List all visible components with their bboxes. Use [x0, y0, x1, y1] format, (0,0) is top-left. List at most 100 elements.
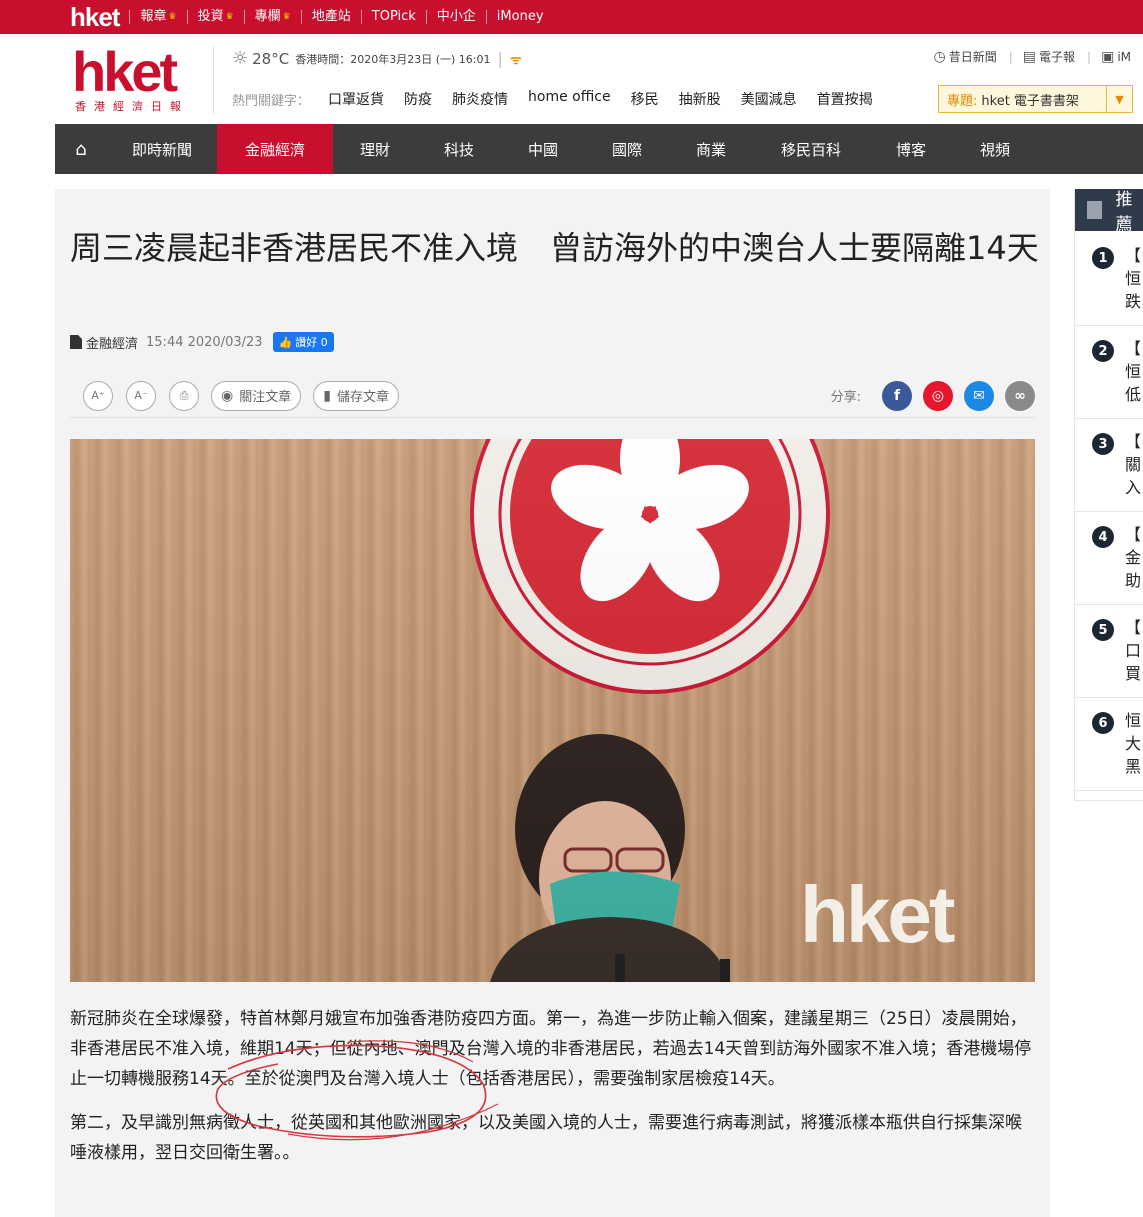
- nav-item-6[interactable]: 商業: [669, 124, 753, 174]
- rank-badge: 2: [1092, 340, 1114, 362]
- toplink-3[interactable]: 地產站: [300, 10, 361, 24]
- hot-keyword[interactable]: 口罩返貨: [328, 89, 384, 109]
- hot-keyword[interactable]: 抽新股: [679, 89, 721, 109]
- recommend-item[interactable]: 4 【 金 助: [1075, 510, 1143, 605]
- article-body: 新冠肺炎在全球爆發，特首林鄭月娥宣布加強香港防疫四方面。第一，為進一步防止輸入個…: [70, 1004, 1035, 1182]
- thumbs-up-icon: 👍: [278, 335, 293, 349]
- recommend-item[interactable]: 1 【 恒 跌: [1075, 231, 1143, 326]
- article-photo: hket: [70, 439, 1035, 982]
- clock-icon: ◷: [933, 48, 946, 65]
- nav-item-4[interactable]: 中國: [501, 124, 585, 174]
- document-icon: [70, 335, 82, 349]
- chevron-down-icon[interactable]: ▼: [1106, 86, 1132, 112]
- divider: |: [1087, 49, 1092, 64]
- article-title: 周三凌晨起非香港居民不准入境 曾訪海外的中澳台人士要隔離14天: [70, 229, 1039, 267]
- hket-mini-logo[interactable]: hket: [70, 2, 120, 33]
- article-paragraph-2: 第二，及早識別無病徵人士，從英國和其他歐洲國家，以及美國入境的人士，需要進行病毒…: [70, 1113, 1022, 1163]
- save-article-button[interactable]: ▮ 儲存文章: [313, 380, 399, 411]
- print-icon[interactable]: ⎙: [169, 380, 199, 411]
- nav-item-1[interactable]: 金融經濟: [217, 124, 333, 174]
- toplink-label: 報章: [140, 9, 167, 24]
- temperature: 28°C: [252, 49, 290, 68]
- toplink-0[interactable]: 報章 ♛: [129, 10, 186, 24]
- toplink-1[interactable]: 投資 ♛: [186, 9, 244, 24]
- nav-item-2[interactable]: 理財: [333, 124, 417, 174]
- recommend-text: 恒 大 黑: [1125, 711, 1142, 776]
- weibo-icon[interactable]: ◎: [923, 380, 953, 411]
- topic-label: 專題:: [947, 93, 978, 109]
- bookmark-icon: ▮: [323, 387, 331, 404]
- recommend-text: 【 恒 跌: [1125, 246, 1142, 311]
- recommend-item[interactable]: 6 恒 大 黑: [1075, 696, 1143, 791]
- logo-word: hket: [72, 40, 178, 103]
- font-increase-button[interactable]: A⁺: [83, 380, 113, 411]
- share-bar: 分享: f ◎ ✉ ∞: [830, 380, 1035, 411]
- rank-badge: 1: [1092, 247, 1114, 269]
- imoney-link[interactable]: ▣ iM: [1101, 49, 1131, 65]
- crown-icon: ♛: [282, 12, 291, 22]
- hot-keyword[interactable]: 肺炎疫情: [452, 89, 508, 109]
- nav-item-5[interactable]: 國際: [585, 124, 669, 174]
- divider: |: [1008, 49, 1013, 64]
- facebook-like-button[interactable]: 👍 讚好 0: [272, 332, 334, 352]
- hot-keyword[interactable]: 首置按揭: [817, 89, 873, 109]
- epaper-link[interactable]: ▤ 電子報: [1023, 48, 1075, 65]
- email-icon[interactable]: ✉: [964, 380, 994, 411]
- home-icon[interactable]: ⌂: [55, 124, 107, 174]
- recommend-item[interactable]: 3 【 關 入: [1075, 417, 1143, 512]
- toplink-6[interactable]: iMoney: [485, 10, 554, 24]
- hot-keywords-label: 熱門關鍵字：: [232, 93, 311, 109]
- nav-item-3[interactable]: 科技: [417, 124, 501, 174]
- nav-item-8[interactable]: 博客: [869, 124, 953, 174]
- article-paragraph-1: 新冠肺炎在全球爆發，特首林鄭月娥宣布加強香港防疫四方面。第一，為進一步防止輸入個…: [70, 1009, 1032, 1089]
- recommend-text: 【 口 買: [1125, 618, 1142, 683]
- logo-subtitle: 香港經濟日報: [75, 100, 189, 113]
- eye-icon: ◉: [221, 387, 234, 404]
- header-right-links: ◷ 昔日新聞 | ▤ 電子報 | ▣ iM: [934, 48, 1143, 65]
- article-toolbar: A⁺ A⁻ ⎙ ◉ 關注文章 ▮ 儲存文章 分享: f ◎ ✉ ∞: [70, 374, 1035, 418]
- toplink-5[interactable]: 中小企: [425, 9, 486, 24]
- hot-keyword[interactable]: 美國減息: [741, 89, 797, 109]
- weather-sun-icon: ☼: [232, 48, 249, 69]
- toplink-2[interactable]: 專欄 ♛: [243, 9, 301, 24]
- nav-item-7[interactable]: 移民百科: [753, 124, 869, 174]
- photo-watermark: hket: [800, 870, 955, 959]
- recommend-text: 【 恒 低: [1125, 339, 1142, 404]
- toplink-label: 中小企: [436, 9, 476, 24]
- sidebar-header: 推薦: [1075, 189, 1143, 235]
- rank-badge: 4: [1092, 526, 1114, 548]
- follow-article-button[interactable]: ◉ 關注文章: [211, 380, 302, 411]
- recommend-item[interactable]: 5 【 口 買: [1075, 603, 1143, 698]
- facebook-icon[interactable]: f: [882, 380, 912, 411]
- hk-datetime: 香港時間：2020年3月23日 (一) 16:01: [295, 52, 491, 66]
- rss-icon[interactable]: ᯤ: [510, 50, 522, 68]
- toplink-label: 投資: [197, 9, 224, 24]
- topic-selected: hket 電子書書架: [981, 93, 1079, 109]
- nav-item-9[interactable]: 視頻: [953, 124, 1037, 174]
- recommend-item[interactable]: 2 【 恒 低: [1075, 324, 1143, 419]
- link-icon[interactable]: ∞: [1005, 380, 1035, 411]
- article-category[interactable]: 金融經濟: [86, 333, 138, 352]
- article-meta: 金融經濟 15:44 2020/03/23 👍 讚好 0: [70, 332, 334, 352]
- nav-item-0[interactable]: 即時新聞: [107, 124, 217, 174]
- recommend-text: 【 關 入: [1125, 432, 1142, 497]
- hket-logo[interactable]: hket 香港經濟日報: [72, 44, 197, 114]
- crown-icon: ♛: [225, 12, 234, 22]
- hot-keyword[interactable]: 防疫: [404, 89, 432, 109]
- topic-dropdown[interactable]: 專題: hket 電子書書架 ▼: [938, 85, 1133, 113]
- toplink-4[interactable]: TOPick: [360, 9, 426, 24]
- recommend-text: 【 金 助: [1125, 525, 1142, 590]
- share-label: 分享:: [830, 390, 861, 405]
- hot-keyword[interactable]: home office: [528, 89, 611, 109]
- toplink-label: TOPick: [371, 9, 416, 24]
- sidebar-heading: 推薦: [1115, 190, 1133, 235]
- rank-badge: 6: [1092, 712, 1114, 734]
- hot-keyword[interactable]: 移民: [631, 89, 659, 109]
- toplink-label: 專欄: [254, 9, 281, 24]
- rank-badge: 3: [1092, 433, 1114, 455]
- font-decrease-button[interactable]: A⁻: [126, 380, 156, 411]
- recommend-sidebar: 推薦 1 【 恒 跌 2 【 恒 低 3 【 關 入 4 【 金 助 5 【 口 買 6 恒 大 黑: [1074, 189, 1143, 801]
- newspaper-icon: ▤: [1022, 48, 1037, 65]
- hot-keywords: 熱門關鍵字： 口罩返貨 防疫 肺炎疫情 home office 移民 抽新股 美國減息 首置按…: [232, 89, 883, 109]
- archive-news-link[interactable]: ◷ 昔日新聞: [934, 48, 997, 65]
